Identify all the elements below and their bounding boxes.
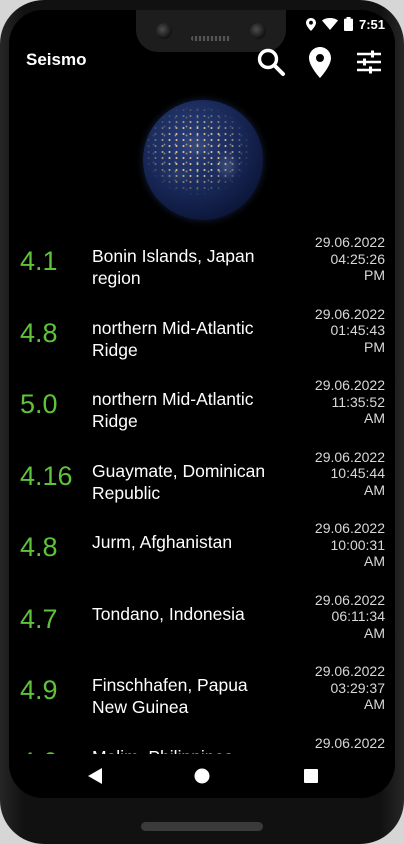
location-name: Finschhafen, Papua New Guinea	[92, 675, 248, 717]
event-time: 04:25:26	[330, 250, 386, 267]
location-name: Bonin Islands, Japan region	[92, 246, 255, 288]
app-bar: Seismo	[9, 40, 395, 84]
wifi-icon	[321, 18, 338, 30]
earthquake-row[interactable]: 4.1 Bonin Islands, Japan region 29.06.2022…	[9, 230, 395, 302]
front-sensor-icon	[250, 23, 266, 39]
magnitude-value: 4.8	[20, 532, 58, 562]
event-time: 10:45:44	[330, 465, 386, 481]
earthquake-row[interactable]: 4.8 northern Mid-Atlantic Ridge 29.06.2022…	[9, 302, 395, 374]
earthquake-row[interactable]: 4.16 Guaymate, Dominican Republic 29.06.2…	[9, 445, 395, 517]
event-datetime: 29.06.2022 01:45:43 PM	[295, 306, 385, 356]
city-lights	[143, 100, 263, 220]
event-date: 29.06.2022	[314, 591, 385, 608]
earthquake-list[interactable]: 4.1 Bonin Islands, Japan region 29.06.2022…	[9, 230, 395, 754]
location-name: northern Mid-Atlantic Ridge	[92, 389, 254, 431]
event-time: 06:11:34	[331, 608, 385, 624]
location-icon	[305, 17, 316, 31]
filter-sliders-icon[interactable]	[353, 46, 385, 78]
event-datetime: 29.06.2022 03:29:37 AM	[295, 663, 385, 713]
earthquake-row[interactable]: 4.6 Malim, Philippines 29.06.2022	[9, 731, 395, 755]
event-date: 29.06.2022	[314, 305, 385, 322]
magnitude-value: 4.9	[20, 675, 58, 705]
magnitude-value: 4.1	[20, 246, 58, 276]
event-date: 29.06.2022	[314, 520, 385, 536]
event-time: 10:00:31	[330, 536, 386, 553]
phone-frame: 7:51 Seismo 4.1 Bonin Islands, Japan reg…	[0, 0, 404, 844]
event-ampm: PM	[364, 338, 385, 355]
event-ampm: PM	[364, 267, 385, 283]
event-datetime: 29.06.2022 10:45:44 AM	[295, 449, 385, 499]
event-time: 11:35:52	[331, 393, 385, 410]
system-nav-bar	[9, 755, 395, 797]
magnitude-value: 4.16	[20, 460, 73, 491]
magnitude-value: 4.6	[20, 747, 58, 755]
event-time: 03:29:37	[330, 679, 386, 696]
back-icon[interactable]	[86, 767, 104, 785]
event-date: 29.06.2022	[314, 734, 385, 751]
search-icon[interactable]	[255, 46, 287, 78]
screen: 7:51 Seismo 4.1 Bonin Islands, Japan reg…	[9, 10, 395, 798]
battery-icon	[343, 17, 353, 31]
front-camera-icon	[156, 23, 172, 39]
status-bar: 7:51	[305, 14, 385, 34]
location-name: northern Mid-Atlantic Ridge	[92, 317, 254, 360]
magnitude-value: 5.0	[20, 389, 58, 419]
magnitude-value: 4.7	[20, 603, 58, 634]
event-ampm: AM	[364, 481, 385, 498]
event-ampm: AM	[364, 410, 385, 426]
earthquake-row[interactable]: 4.8 Jurm, Afghanistan 29.06.2022 10:00:31 A…	[9, 516, 395, 588]
home-icon[interactable]	[193, 767, 211, 785]
magnitude-value: 4.8	[20, 317, 58, 348]
location-name: Jurm, Afghanistan	[92, 532, 233, 552]
globe-image	[143, 100, 263, 220]
location-name: Malim, Philippines	[92, 746, 302, 755]
location-name: Tondano, Indonesia	[92, 603, 245, 624]
earthquake-row[interactable]: 4.9 Finschhafen, Papua New Guinea 29.06.2…	[9, 659, 395, 731]
app-title: Seismo	[26, 50, 87, 69]
event-datetime: 29.06.2022 10:00:31 AM	[295, 520, 385, 570]
recents-icon[interactable]	[302, 767, 320, 785]
event-date: 29.06.2022	[314, 377, 385, 393]
event-datetime: 29.06.2022 04:25:26 PM	[295, 234, 385, 284]
event-date: 29.06.2022	[314, 234, 385, 250]
earthquake-row[interactable]: 4.7 Tondano, Indonesia 29.06.2022 06:11:34…	[9, 588, 395, 660]
event-ampm: AM	[364, 624, 385, 641]
bottom-speaker	[141, 822, 263, 831]
event-date: 29.06.2022	[314, 448, 385, 465]
location-name: Guaymate, Dominican Republic	[92, 460, 266, 503]
earthquake-row[interactable]: 5.0 northern Mid-Atlantic Ridge 29.06.2022…	[9, 373, 395, 445]
event-datetime: 29.06.2022 11:35:52 AM	[295, 377, 385, 427]
clock: 7:51	[358, 16, 385, 32]
event-date: 29.06.2022	[314, 663, 385, 679]
event-ampm: AM	[364, 696, 385, 712]
event-ampm: AM	[364, 553, 385, 569]
event-time: 01:45:43	[330, 322, 386, 338]
event-datetime: 29.06.2022 06:11:34 AM	[295, 592, 385, 642]
location-pin-icon[interactable]	[304, 46, 336, 78]
event-datetime: 29.06.2022	[295, 735, 385, 752]
